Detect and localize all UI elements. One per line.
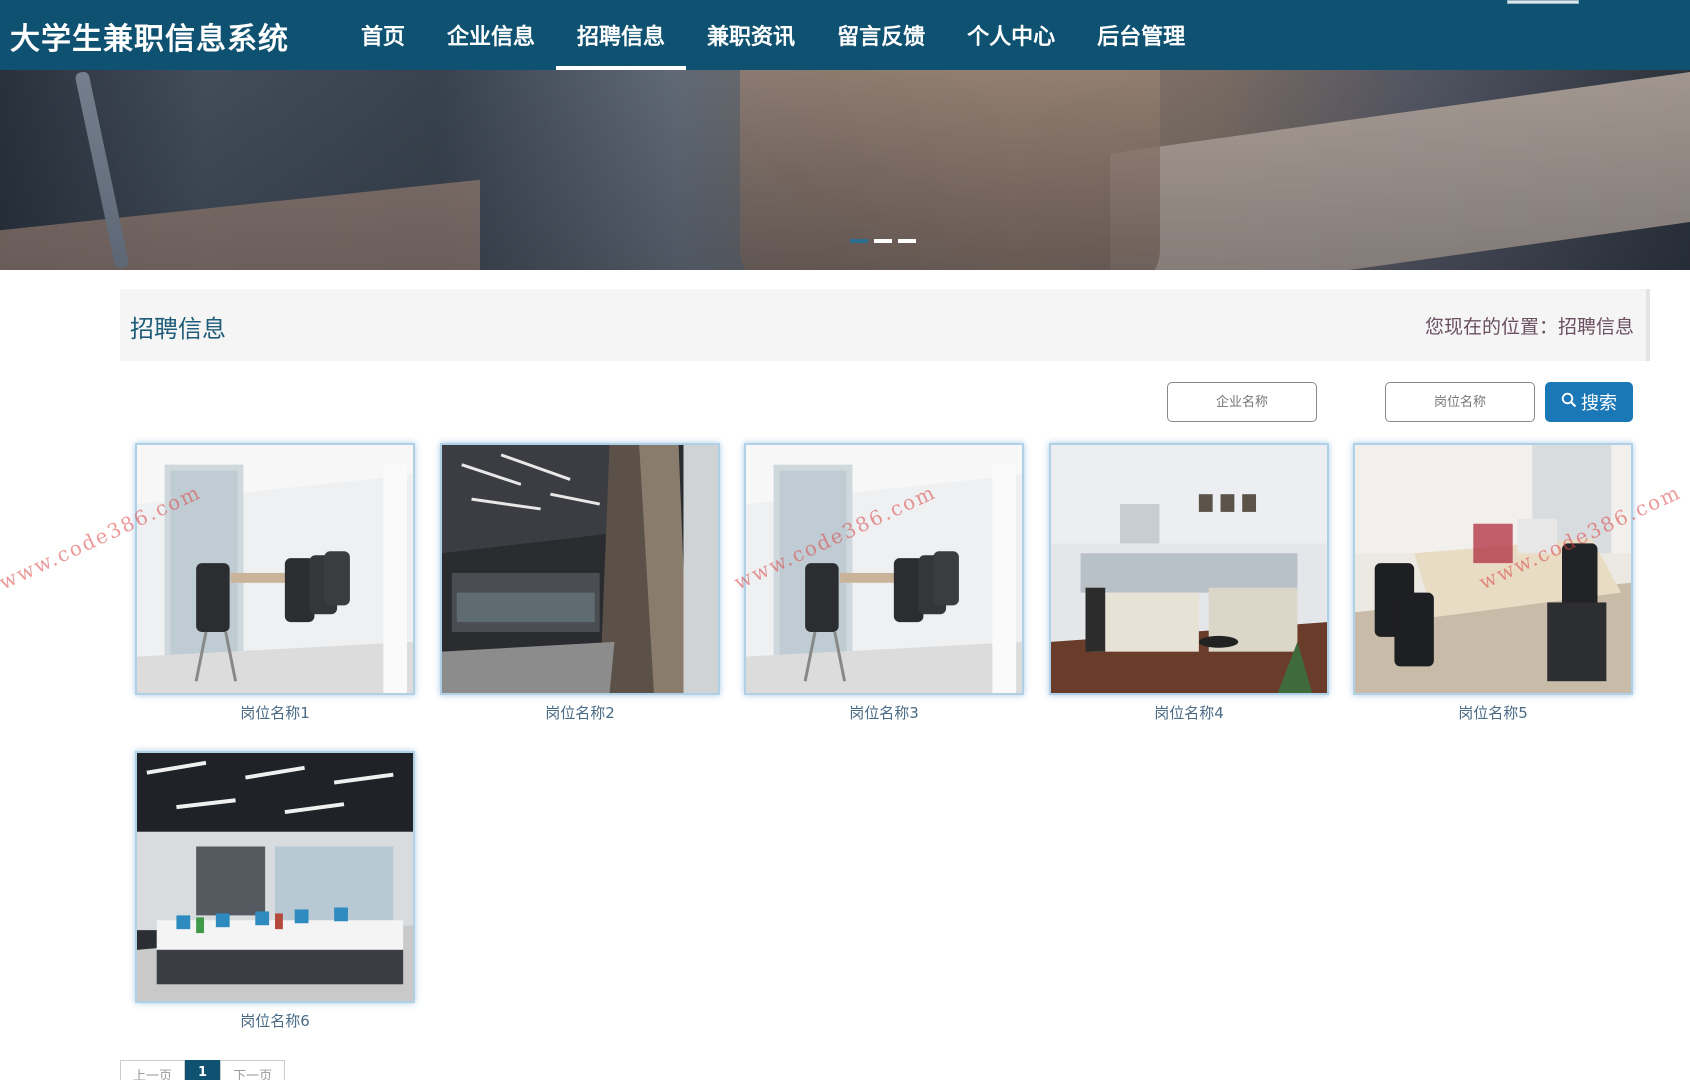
breadcrumb: 您现在的位置：招聘信息 [1424, 316, 1634, 338]
nav-item-jobs[interactable]: 招聘信息 [556, 0, 687, 70]
next-page-button[interactable]: 下一页 [220, 1060, 286, 1080]
job-name[interactable]: 岗位名称4 [1049, 702, 1329, 723]
user-avatar-edge[interactable] [1507, 0, 1579, 4]
job-name[interactable]: 岗位名称2 [440, 702, 720, 723]
job-card[interactable]: 岗位名称1 [135, 443, 415, 723]
nav-item-home[interactable]: 首页 [340, 0, 426, 70]
hero-banner [0, 70, 1690, 270]
job-name[interactable]: 岗位名称3 [744, 702, 1024, 723]
section-title-bar: 招聘信息 您现在的位置：招聘信息 [120, 289, 1650, 361]
search-button[interactable]: 搜索 [1545, 382, 1633, 422]
pagination: 上一页 1 下一页 [120, 1060, 286, 1080]
job-name[interactable]: 岗位名称6 [135, 1010, 415, 1031]
job-name[interactable]: 岗位名称1 [135, 702, 415, 723]
banner-indicators [850, 239, 916, 243]
job-image-open-office[interactable] [135, 751, 415, 1003]
banner-dot-1[interactable] [850, 239, 868, 243]
job-card[interactable]: 岗位名称4 [1049, 443, 1329, 723]
job-image-office-cubicles[interactable] [1049, 443, 1329, 695]
page-title: 招聘信息 [130, 315, 226, 343]
prev-page-button[interactable]: 上一页 [120, 1060, 186, 1080]
banner-shade [0, 70, 1690, 270]
job-card[interactable]: 岗位名称3 [744, 443, 1024, 723]
job-card[interactable]: 岗位名称6 [135, 751, 415, 1031]
job-name[interactable]: 岗位名称5 [1353, 702, 1633, 723]
nav-item-profile[interactable]: 个人中心 [946, 0, 1076, 70]
banner-dot-3[interactable] [898, 239, 916, 243]
page-number-current[interactable]: 1 [185, 1060, 221, 1080]
job-image-office-corridor[interactable] [440, 443, 720, 695]
position-name-input[interactable] [1385, 382, 1535, 422]
main-nav: 首页 企业信息 招聘信息 兼职资讯 留言反馈 个人中心 后台管理 [340, 0, 1206, 70]
top-navigation-bar: 大学生兼职信息系统 首页 企业信息 招聘信息 兼职资讯 留言反馈 个人中心 后台… [0, 0, 1690, 70]
nav-item-companies[interactable]: 企业信息 [426, 0, 556, 70]
job-card[interactable]: 岗位名称2 [440, 443, 720, 723]
banner-dot-2[interactable] [874, 239, 892, 243]
nav-item-admin[interactable]: 后台管理 [1076, 0, 1206, 70]
nav-item-feedback[interactable]: 留言反馈 [816, 0, 946, 70]
company-name-input[interactable] [1167, 382, 1317, 422]
site-title[interactable]: 大学生兼职信息系统 [10, 14, 289, 58]
job-image-meeting-room[interactable] [135, 443, 415, 695]
search-button-label: 搜索 [1581, 393, 1617, 413]
nav-item-news[interactable]: 兼职资讯 [686, 0, 816, 70]
search-icon [1561, 392, 1577, 413]
